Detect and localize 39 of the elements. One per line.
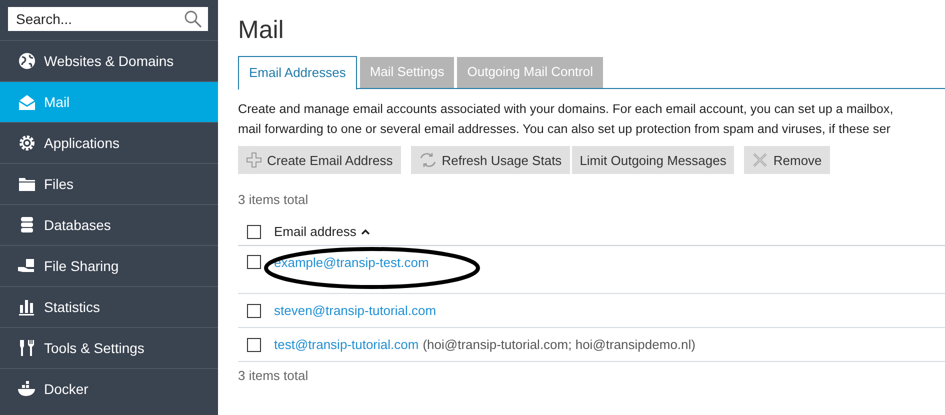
checkbox[interactable]	[247, 304, 261, 318]
email-link[interactable]: steven@transip-tutorial.com	[274, 303, 436, 318]
toolbar-button[interactable]: Remove	[744, 146, 830, 174]
email-link[interactable]: test@transip-tutorial.com	[274, 337, 419, 352]
toolbar-button[interactable]: Refresh Usage Stats	[410, 146, 570, 174]
whale-icon	[17, 380, 37, 398]
checkbox[interactable]	[247, 224, 261, 238]
description-text: mail forwarding to one or several email addresses. You can also set up protection from spam and viruses, if these ser	[238, 121, 892, 138]
toolbar-button[interactable]: Limit Outgoing Messages	[572, 146, 734, 174]
tools-icon	[17, 339, 37, 357]
envelope-icon	[17, 93, 37, 111]
remove-icon	[752, 152, 768, 168]
folder-icon	[17, 175, 37, 193]
globe-icon	[17, 52, 37, 70]
forwarding-text: (hoi@transip-tutorial.com; hoi@transipdemo.nl)	[422, 337, 696, 352]
tab[interactable]: Email Addresses	[238, 56, 357, 90]
items-total: 3 items total	[238, 368, 310, 385]
items-total: 3 items total	[238, 192, 310, 209]
page-title: Mail	[238, 16, 285, 45]
hand-icon	[17, 257, 37, 275]
toolbar-button[interactable]: Create Email Address	[238, 146, 401, 174]
refresh-icon	[418, 152, 437, 168]
column-header[interactable]: Email address	[274, 224, 356, 239]
checkbox[interactable]	[247, 338, 261, 352]
bar-chart-icon	[17, 298, 37, 316]
sidebar-item[interactable]: Docker	[0, 368, 218, 409]
description-text: Create and manage email accounts associated with your domains. For each email account, you can set up a mailbox,	[238, 101, 894, 118]
sidebar-item[interactable]: Tools & Settings	[0, 327, 218, 368]
search-icon	[184, 10, 202, 28]
sidebar-item[interactable]: File Sharing	[0, 245, 218, 286]
plus-icon	[246, 152, 262, 168]
sidebar-item[interactable]: Files	[0, 163, 218, 204]
sidebar-item[interactable]: Statistics	[0, 286, 218, 327]
sort-caret-icon	[361, 228, 370, 234]
search-field[interactable]: Search...	[8, 7, 208, 31]
sidebar-item[interactable]: Databases	[0, 204, 218, 245]
sidebar-item[interactable]: Applications	[0, 122, 218, 163]
gear-icon	[17, 134, 37, 152]
checkbox[interactable]	[247, 255, 261, 269]
